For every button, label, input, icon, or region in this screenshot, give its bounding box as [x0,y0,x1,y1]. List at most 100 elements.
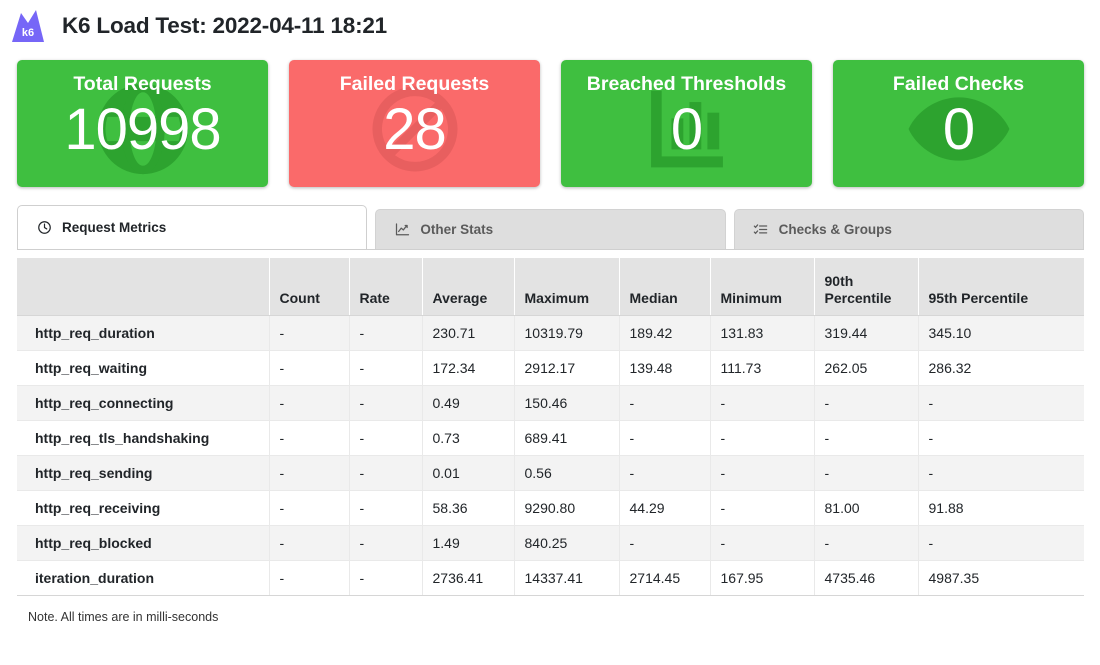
table-row: iteration_duration--2736.4114337.412714.… [17,560,1084,595]
tab-label: Checks & Groups [779,222,892,237]
clock-icon [36,220,52,236]
page-header: k6 K6 Load Test: 2022-04-11 18:21 [0,0,1100,52]
metric-value-cell: - [814,420,918,455]
metric-value-cell: - [269,560,349,595]
metric-value-cell: - [349,560,422,595]
metric-name-cell: http_req_waiting [17,350,269,385]
table-head: Count Rate Average Maximum Median Minimu… [17,258,1084,315]
metric-value-cell: - [710,385,814,420]
metric-value-cell: 44.29 [619,490,710,525]
metric-value-cell: - [269,490,349,525]
metric-value-cell: - [710,525,814,560]
column-header-average[interactable]: Average [422,258,514,315]
table-row: http_req_receiving--58.369290.8044.29-81… [17,490,1084,525]
metric-value-cell: 2912.17 [514,350,619,385]
metric-name-cell: http_req_duration [17,315,269,350]
metric-value-cell: - [269,455,349,490]
card-title: Total Requests [73,74,211,95]
metric-value-cell: 262.05 [814,350,918,385]
table-header-row: Count Rate Average Maximum Median Minimu… [17,258,1084,315]
card-value: 0 [943,101,974,159]
tab-bar[interactable]: Request Metrics Other Stats Checks & Gro… [0,187,1100,249]
metric-value-cell: 840.25 [514,525,619,560]
table-row: http_req_duration--230.7110319.79189.421… [17,315,1084,350]
table-row: http_req_sending--0.010.56---- [17,455,1084,490]
card-value: 10998 [64,101,220,159]
column-header-p95[interactable]: 95th Percentile [918,258,1084,315]
tab-checks-groups[interactable]: Checks & Groups [734,209,1084,249]
card-title: Failed Requests [340,74,490,95]
footer-note: Note. All times are in milli-seconds [0,596,1100,624]
metric-name-cell: http_req_receiving [17,490,269,525]
tab-request-metrics[interactable]: Request Metrics [17,205,367,249]
metric-value-cell: - [814,385,918,420]
column-header-rate[interactable]: Rate [349,258,422,315]
metric-value-cell: - [349,490,422,525]
card-failed-requests: Failed Requests 28 [289,60,540,187]
card-failed-checks: Failed Checks 0 [833,60,1084,187]
metric-value-cell: 111.73 [710,350,814,385]
metric-value-cell: 81.00 [814,490,918,525]
metric-value-cell: - [269,420,349,455]
card-title: Failed Checks [893,74,1024,95]
table-row: http_req_connecting--0.49150.46---- [17,385,1084,420]
metric-value-cell: 0.56 [514,455,619,490]
page-title: K6 Load Test: 2022-04-11 18:21 [62,13,387,39]
metric-value-cell: 286.32 [918,350,1084,385]
metric-name-cell: iteration_duration [17,560,269,595]
line-chart-icon [394,222,410,238]
column-header-metric[interactable] [17,258,269,315]
metric-value-cell: - [269,525,349,560]
metric-name-cell: http_req_sending [17,455,269,490]
metric-value-cell: 230.71 [422,315,514,350]
metric-value-cell: - [918,385,1084,420]
metric-value-cell: - [349,315,422,350]
metric-value-cell: - [619,455,710,490]
column-header-median[interactable]: Median [619,258,710,315]
card-total-requests: Total Requests 10998 [17,60,268,187]
column-header-p90[interactable]: 90th Percentile [814,258,918,315]
metric-value-cell: 2714.45 [619,560,710,595]
metric-value-cell: - [349,420,422,455]
metric-value-cell: 0.01 [422,455,514,490]
column-header-count[interactable]: Count [269,258,349,315]
metric-value-cell: 150.46 [514,385,619,420]
metric-value-cell: 2736.41 [422,560,514,595]
metric-value-cell: - [269,315,349,350]
metric-value-cell: 345.10 [918,315,1084,350]
metric-value-cell: 172.34 [422,350,514,385]
metric-value-cell: - [710,420,814,455]
metric-value-cell: 10319.79 [514,315,619,350]
metric-value-cell: 14337.41 [514,560,619,595]
metric-value-cell: 189.42 [619,315,710,350]
metric-value-cell: 319.44 [814,315,918,350]
metric-value-cell: - [349,385,422,420]
metric-value-cell: 689.41 [514,420,619,455]
table-row: http_req_waiting--172.342912.17139.48111… [17,350,1084,385]
metric-value-cell: 9290.80 [514,490,619,525]
metric-value-cell: - [918,420,1084,455]
metric-value-cell: 167.95 [710,560,814,595]
metric-value-cell: - [918,455,1084,490]
metric-value-cell: - [619,420,710,455]
svg-text:k6: k6 [22,27,34,39]
table-row: http_req_tls_handshaking--0.73689.41---- [17,420,1084,455]
table-row: http_req_blocked--1.49840.25---- [17,525,1084,560]
metric-value-cell: 0.73 [422,420,514,455]
metric-value-cell: - [814,455,918,490]
column-header-minimum[interactable]: Minimum [710,258,814,315]
column-header-maximum[interactable]: Maximum [514,258,619,315]
table-body: http_req_duration--230.7110319.79189.421… [17,315,1084,595]
metric-value-cell: - [619,525,710,560]
metric-value-cell: 1.49 [422,525,514,560]
tab-other-stats[interactable]: Other Stats [375,209,725,249]
card-value: 28 [383,101,446,159]
tasks-list-icon [753,222,769,238]
k6-logo-icon: k6 [8,6,48,46]
metric-value-cell: - [349,350,422,385]
metric-value-cell: 4735.46 [814,560,918,595]
metric-value-cell: 58.36 [422,490,514,525]
metric-value-cell: - [269,385,349,420]
card-title: Breached Thresholds [587,74,786,95]
metric-name-cell: http_req_connecting [17,385,269,420]
